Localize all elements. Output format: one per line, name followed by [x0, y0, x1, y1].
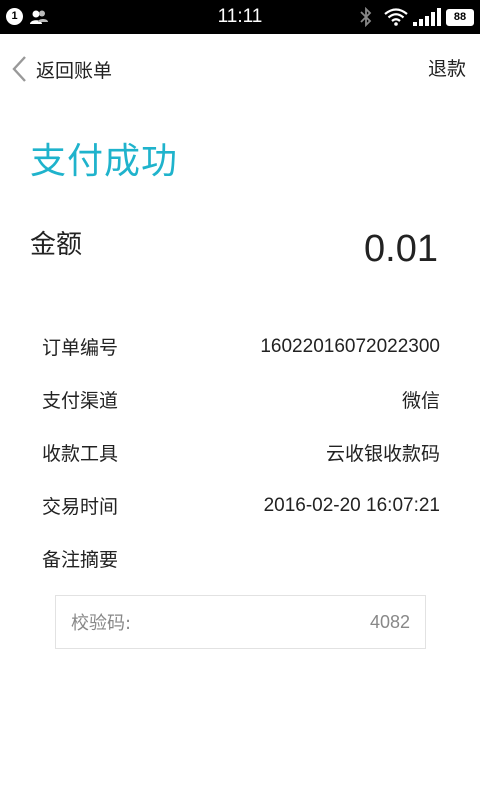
transaction-time-label: 交易时间 — [42, 496, 119, 518]
signal-icon — [413, 8, 441, 30]
order-number-label: 订单编号 — [42, 337, 119, 359]
back-button-label: 返回账单 — [36, 59, 113, 82]
bluetooth-icon — [359, 6, 373, 31]
detail-row-collection-tool: 收款工具 云收银收款码 — [42, 426, 440, 479]
status-clock: 11:11 — [217, 6, 263, 27]
payment-channel-label: 支付渠道 — [42, 390, 119, 412]
wifi-icon — [384, 8, 408, 30]
amount-value: 0.01 — [364, 228, 438, 270]
amount-label: 金额 — [30, 230, 83, 260]
notification-count-badge: 1 — [6, 8, 23, 25]
verification-code-box: 校验码: 4082 — [55, 595, 426, 649]
back-to-bill-button[interactable]: 返回账单 — [10, 52, 130, 86]
verification-code-value: 4082 — [369, 611, 410, 632]
detail-row-payment-channel: 支付渠道 微信 — [42, 373, 440, 426]
battery-icon: 88 — [446, 9, 474, 26]
chevron-left-icon — [10, 52, 32, 86]
order-number-value: 16022016072022300 — [260, 335, 440, 357]
detail-row-transaction-time: 交易时间 2016-02-20 16:07:21 — [42, 479, 440, 532]
detail-row-remark: 备注摘要 — [42, 532, 440, 585]
remark-label: 备注摘要 — [42, 549, 119, 571]
collection-tool-label: 收款工具 — [42, 443, 119, 465]
collection-tool-value: 云收银收款码 — [325, 444, 440, 465]
verification-code-label: 校验码: — [71, 613, 132, 634]
contacts-icon — [29, 9, 49, 29]
transaction-time-value: 2016-02-20 16:07:21 — [263, 494, 440, 516]
transaction-details: 订单编号 16022016072022300 支付渠道 微信 收款工具 云收银收… — [42, 320, 440, 585]
refund-button[interactable]: 退款 — [428, 52, 466, 86]
status-bar: 1 11:11 88 — [0, 0, 480, 34]
page-title: 支付成功 — [30, 141, 179, 182]
detail-row-order-number: 订单编号 16022016072022300 — [42, 320, 440, 373]
payment-channel-value: 微信 — [401, 391, 440, 412]
